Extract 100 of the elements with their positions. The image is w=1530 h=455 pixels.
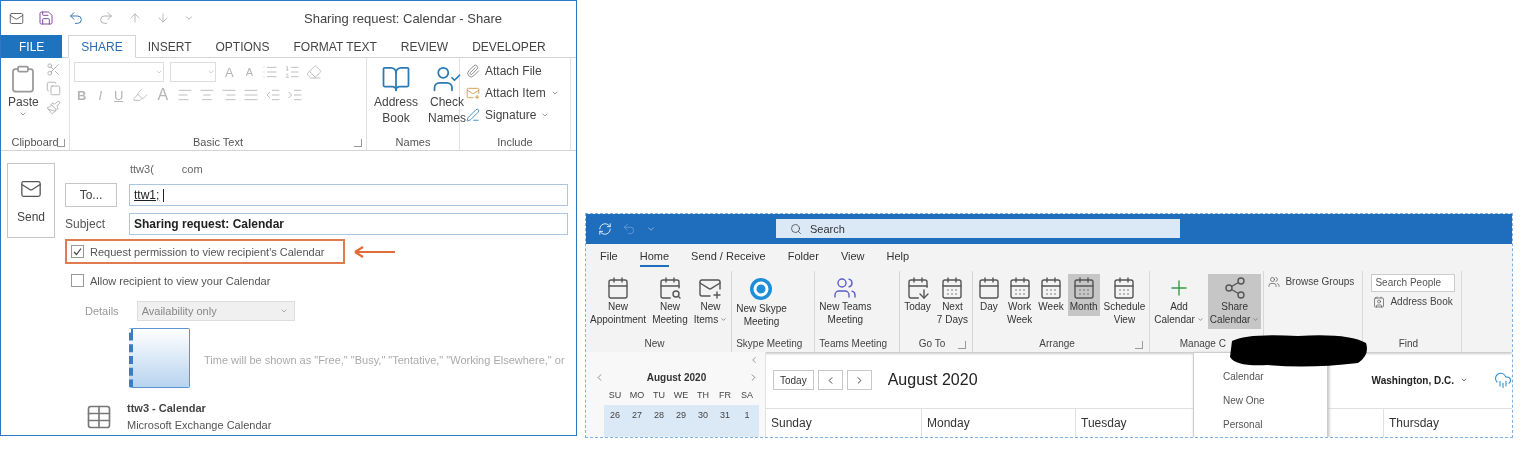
checkbox[interactable] [71,274,84,287]
pen-icon [466,108,480,122]
undo-icon [68,10,84,26]
group-label: Names [395,136,431,148]
calendar-name: ttw3 - Calendar [127,402,207,414]
highlighter-icon [132,87,149,103]
address-book-button[interactable]: Address Book [371,62,422,128]
align-left-icon [177,87,194,103]
ribbon-button[interactable]: Work Week [1004,273,1035,329]
outdent-icon [265,87,282,103]
ribbon-tab[interactable]: DEVELOPER [460,35,558,58]
address-book-button[interactable]: Address Book [1371,293,1456,310]
ribbon-tab[interactable]: Home [639,247,670,268]
ribbon-button[interactable]: New Skype Meeting [734,273,789,331]
contact-card-icon [1373,295,1386,308]
align-center-icon [199,87,216,103]
dialog-launcher-icon[interactable] [1135,341,1144,349]
ribbon-tab[interactable]: Help [886,247,910,268]
save-icon [38,10,54,26]
ribbon-button[interactable]: Share Calendar [1207,273,1262,329]
previous-button[interactable] [817,370,843,390]
justify-icon [243,87,260,103]
people-check-icon [432,64,463,94]
ribbon-button[interactable]: New Appointment [588,273,649,329]
arrow-icon [353,245,397,258]
weekday-label: FR [718,389,732,402]
search-field[interactable]: Search [776,219,1180,239]
menu-item[interactable]: Calendar [1194,365,1327,389]
weekday-label: SA [740,389,754,402]
ribbon-button[interactable]: Week [1036,273,1066,316]
weekday-label: TU [652,389,666,402]
menu-item[interactable]: Personal [1194,413,1327,437]
ribbon-button[interactable]: Next 7 Days [934,273,970,329]
align-right-icon [221,87,238,103]
next-button[interactable] [846,370,872,390]
paste-button[interactable]: Paste [5,62,42,120]
window-title: Sharing request: Calendar - Share [303,10,503,26]
collapse-icon [749,355,759,365]
ribbon-button[interactable]: New Items [691,273,730,329]
browse-groups-button[interactable]: Browse Groups [1266,273,1357,290]
to-button[interactable]: To... [65,183,117,207]
ribbon-tab[interactable]: FORMAT TEXT [281,35,389,58]
ribbon-button[interactable]: Add Calendar [1152,273,1206,329]
subject-field[interactable]: Sharing request: Calendar [129,213,568,235]
ribbon-tab[interactable]: OPTIONS [203,35,282,58]
caret-icon [720,315,728,323]
search-people-field[interactable]: Search People [1371,273,1456,292]
group-label: Skype Meeting [736,338,803,349]
day-header: Thursday [1383,409,1512,437]
date-cell[interactable]: 27 [626,405,648,425]
ribbon-tab[interactable]: Send / Receive [691,247,766,268]
caret-icon [155,68,163,76]
caret-icon [1252,315,1260,323]
caret-icon [279,307,288,315]
ribbon-tab[interactable]: SHARE [68,35,136,58]
date-cell[interactable]: 1 [736,405,758,425]
date-cell[interactable]: 29 [670,405,692,425]
ribbon-tab[interactable]: View [840,247,865,268]
weekday-label: TH [696,389,710,402]
dialog-launcher-icon[interactable] [957,341,966,349]
dialog-launcher-icon[interactable] [57,139,65,147]
weekday-label: MO [628,389,646,402]
indent-icon [287,87,304,103]
people-icon [833,275,858,300]
ribbon-button[interactable]: Day [974,273,1003,316]
ribbon-tab[interactable]: Folder [787,247,819,268]
calendar-preview [129,328,190,388]
ribbon-button[interactable]: Schedule View [1101,273,1148,329]
ribbon-button[interactable]: New Teams Meeting [817,273,874,329]
date-cell[interactable]: 26 [604,405,626,425]
ribbon-tab[interactable]: REVIEW [388,35,461,58]
eraser-icon [306,64,322,80]
to-field[interactable]: ttw1; [129,184,568,206]
ribbon-tab[interactable]: INSERT [135,35,204,58]
search-icon [790,222,802,235]
caret-icon [1460,376,1468,384]
calendar-type: Microsoft Exchange Calendar [127,419,272,431]
dropdown-icon [184,13,194,23]
date-cell[interactable]: 30 [692,405,714,425]
numbering-icon [284,64,300,80]
envelope-icon [9,10,24,26]
option-label: Request permission to view recipient's Calendar [90,245,325,258]
undo-icon [622,221,636,236]
today-button[interactable]: Today [773,370,814,390]
date-cell[interactable]: 28 [648,405,670,425]
scissors-icon [45,62,61,77]
group-label: Arrange [1039,338,1075,349]
checkbox[interactable] [71,245,84,258]
attach-item-button[interactable]: Attach Item [464,84,561,102]
date-cell[interactable]: 31 [714,405,736,425]
location-button[interactable]: Washington, D.C. [1365,373,1474,387]
ribbon-button[interactable]: Month [1067,273,1100,316]
weekday-label: WE [672,389,690,402]
group-label: New [644,338,665,349]
sync-icon [598,221,612,236]
file-tab[interactable]: FILE [1,35,63,58]
ribbon-tab[interactable]: File [600,247,618,268]
ribbon-button[interactable]: Today [902,273,933,316]
send-button[interactable]: Send [7,163,55,238]
ribbon-button[interactable]: New Meeting [650,273,690,329]
